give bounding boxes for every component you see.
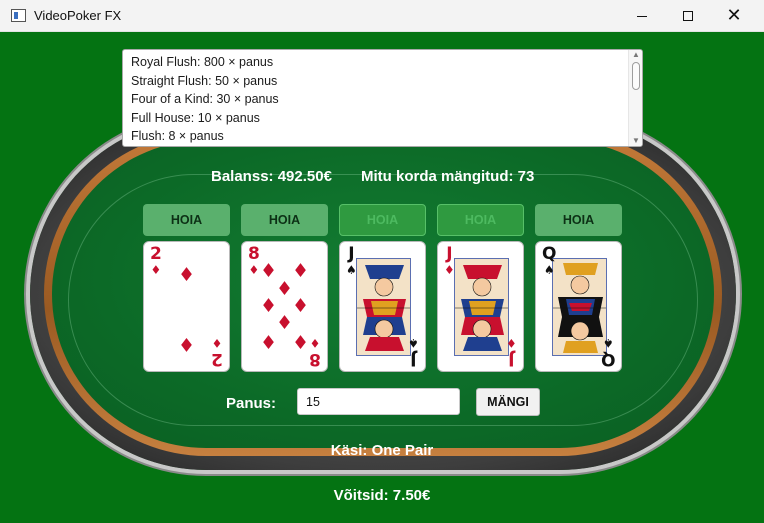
diamond-pip-icon: ♦ xyxy=(276,278,294,300)
card-suit: ♠ xyxy=(408,336,419,350)
scroll-thumb[interactable] xyxy=(632,62,640,90)
card-1[interactable]: 2 ♦ ♦ ♦ 2 ♦ xyxy=(143,241,230,372)
card-rank: J xyxy=(446,244,453,264)
app-icon xyxy=(11,9,26,22)
hold-button-1[interactable]: HOIA xyxy=(143,204,230,236)
hold-button-5[interactable]: HOIA xyxy=(535,204,622,236)
balance-text: Balanss: 492.50€ xyxy=(211,168,332,185)
paytable-row[interactable]: Full House: 10 × panus xyxy=(123,109,642,128)
card-rank: J xyxy=(410,349,417,369)
maximize-icon xyxy=(683,11,693,21)
card-corner: J ♠ xyxy=(346,244,357,277)
card-rank: Q xyxy=(542,244,557,264)
scroll-up-icon[interactable]: ▲ xyxy=(632,51,640,59)
diamond-pip-icon: ♦ xyxy=(276,312,294,334)
title-bar: VideoPoker FX ✕ xyxy=(0,0,764,32)
card-suit: ♦ xyxy=(444,263,455,277)
card-corner: 8 ♦ xyxy=(309,336,321,369)
play-button[interactable]: MÄNGI xyxy=(476,388,540,416)
card-corner: 2 ♦ xyxy=(150,244,162,277)
card-4[interactable]: J ♦ J ♦ xyxy=(437,241,524,372)
diamond-pip-icon: ♦ xyxy=(260,332,278,354)
card-5[interactable]: Q ♠ Q ♠ xyxy=(535,241,622,372)
jack-portrait-icon xyxy=(455,259,508,355)
card-corner: J ♦ xyxy=(506,336,517,369)
card-corner: 8 ♦ xyxy=(248,244,260,277)
card-rank: 2 xyxy=(150,244,162,264)
diamond-pip-icon: ♦ xyxy=(260,295,278,317)
paytable-list[interactable]: Royal Flush: 800 × panus Straight Flush:… xyxy=(122,49,643,147)
card-corner: J ♠ xyxy=(408,336,419,369)
paytable-row[interactable]: Straight Flush: 50 × panus xyxy=(123,72,642,91)
card-suit: ♠ xyxy=(543,263,555,277)
card-corner: Q ♠ xyxy=(542,244,557,277)
card-corner: 2 ♦ xyxy=(211,336,223,369)
hold-button-2[interactable]: HOIA xyxy=(241,204,328,236)
bet-input[interactable] xyxy=(297,388,460,415)
paytable-row[interactable]: Royal Flush: 800 × panus xyxy=(123,53,642,72)
card-suit: ♦ xyxy=(248,263,260,277)
paytable-row[interactable]: Flush: 8 × panus xyxy=(123,127,642,146)
games-played-text: Mitu korda mängitud: 73 xyxy=(361,168,535,185)
card-rank: 8 xyxy=(309,349,321,369)
diamond-pip-icon: ♦ xyxy=(292,295,310,317)
card-corner: J ♦ xyxy=(444,244,455,277)
scroll-down-icon[interactable]: ▼ xyxy=(632,137,640,145)
jack-face-art xyxy=(454,258,509,356)
card-suit: ♦ xyxy=(309,336,321,350)
jack-portrait-icon xyxy=(357,259,410,355)
card-suit: ♠ xyxy=(602,336,614,350)
bet-label: Panus: xyxy=(226,395,277,412)
card-rank: J xyxy=(508,349,515,369)
window-title: VideoPoker FX xyxy=(34,8,122,23)
close-icon: ✕ xyxy=(726,5,742,26)
diamond-pip-icon: ♦ xyxy=(178,333,196,355)
hold-button-4[interactable]: HOIA xyxy=(437,204,524,236)
paytable-scrollbar[interactable]: ▲ ▼ xyxy=(628,50,642,146)
queen-face-art xyxy=(552,258,607,356)
diamond-pip-icon: ♦ xyxy=(292,260,310,282)
close-button[interactable]: ✕ xyxy=(711,0,757,32)
winnings-text: Võitsid: 7.50€ xyxy=(333,487,431,504)
card-suit: ♦ xyxy=(506,336,517,350)
queen-portrait-icon xyxy=(553,259,606,355)
card-rank: 2 xyxy=(211,349,223,369)
card-3[interactable]: J ♠ J ♠ xyxy=(339,241,426,372)
card-rank: Q xyxy=(600,349,615,369)
paytable-row[interactable]: Four of a Kind: 30 × panus xyxy=(123,90,642,109)
jack-face-art xyxy=(356,258,411,356)
hand-result-text: Käsi: One Pair xyxy=(330,442,434,459)
card-rank: 8 xyxy=(248,244,260,264)
card-suit: ♦ xyxy=(150,263,162,277)
card-corner: Q ♠ xyxy=(600,336,615,369)
minimize-button[interactable] xyxy=(619,0,665,32)
minimize-icon xyxy=(637,15,647,17)
diamond-pip-icon: ♦ xyxy=(260,260,278,282)
diamond-pip-icon: ♦ xyxy=(292,332,310,354)
maximize-button[interactable] xyxy=(665,0,711,32)
card-rank: J xyxy=(348,244,355,264)
card-2[interactable]: 8 ♦ ♦ ♦ ♦ ♦ ♦ ♦ ♦ ♦ 8 ♦ xyxy=(241,241,328,372)
diamond-pip-icon: ♦ xyxy=(178,264,196,286)
game-area: Royal Flush: 800 × panus Straight Flush:… xyxy=(0,32,764,523)
hold-button-3[interactable]: HOIA xyxy=(339,204,426,236)
card-suit: ♠ xyxy=(346,263,357,277)
card-suit: ♦ xyxy=(211,336,223,350)
